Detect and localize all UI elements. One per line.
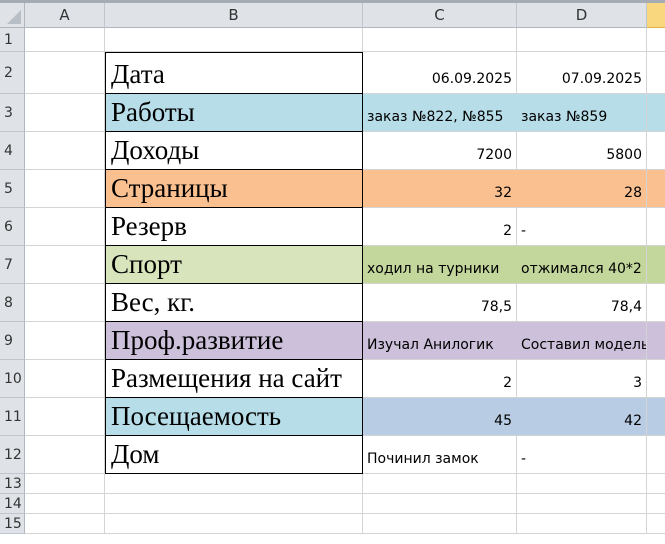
row-header-2[interactable]: 2: [0, 52, 25, 94]
row-header-3[interactable]: 3: [0, 94, 25, 132]
cell-a5[interactable]: [25, 170, 105, 208]
row-label-cell[interactable]: Резерв: [105, 208, 363, 246]
cell-e12[interactable]: [647, 436, 665, 474]
row-label-cell[interactable]: Доходы: [105, 132, 363, 170]
cell-a10[interactable]: [25, 360, 105, 398]
cell-a1[interactable]: [25, 28, 105, 52]
cell-e6[interactable]: [647, 208, 665, 246]
cell-a14[interactable]: [25, 494, 105, 514]
cell-d15[interactable]: [517, 514, 647, 534]
cell-a7[interactable]: [25, 246, 105, 284]
row-label-cell[interactable]: Проф.развитие: [105, 322, 363, 360]
cell-e8[interactable]: [647, 284, 665, 322]
cell-a15[interactable]: [25, 514, 105, 534]
column-header-e[interactable]: [647, 3, 665, 28]
cell-c7[interactable]: ходил на турники: [363, 246, 517, 284]
row-label-cell[interactable]: Посещаемость: [105, 398, 363, 436]
cell-c2[interactable]: 06.09.2025: [363, 52, 517, 94]
row-header-10[interactable]: 10: [0, 360, 25, 398]
row-header-11[interactable]: 11: [0, 398, 25, 436]
cell-c6[interactable]: 2: [363, 208, 517, 246]
row-header-6[interactable]: 6: [0, 208, 25, 246]
cell-c15[interactable]: [363, 514, 517, 534]
column-header-b[interactable]: B: [105, 3, 363, 28]
cell-c11[interactable]: 45: [363, 398, 517, 436]
cell-a12[interactable]: [25, 436, 105, 474]
cell-a2[interactable]: [25, 52, 105, 94]
cell-e15[interactable]: [647, 514, 665, 534]
cell-a3[interactable]: [25, 94, 105, 132]
cell-c14[interactable]: [363, 494, 517, 514]
cell-e1[interactable]: [647, 28, 665, 52]
cell-b14[interactable]: [105, 494, 363, 514]
cell-e5[interactable]: [647, 170, 665, 208]
row-label-cell[interactable]: Страницы: [105, 170, 363, 208]
cell-d7[interactable]: отжимался 40*2: [517, 246, 647, 284]
cell-b1[interactable]: [105, 28, 363, 52]
cell-c10[interactable]: 2: [363, 360, 517, 398]
cell-d14[interactable]: [517, 494, 647, 514]
row-label-cell[interactable]: Дом: [105, 436, 363, 474]
cell-d9[interactable]: Составил модель А: [517, 322, 647, 360]
cell-d10[interactable]: 3: [517, 360, 647, 398]
cell-a13[interactable]: [25, 474, 105, 494]
row-header-1[interactable]: 1: [0, 28, 25, 52]
column-header-a[interactable]: A: [25, 3, 105, 28]
cell-a4[interactable]: [25, 132, 105, 170]
row-header-7[interactable]: 7: [0, 246, 25, 284]
cell-c5[interactable]: 32: [363, 170, 517, 208]
cell-c9[interactable]: Изучал Анилогик: [363, 322, 517, 360]
cell-d5[interactable]: 28: [517, 170, 647, 208]
row-header-8[interactable]: 8: [0, 284, 25, 322]
cell-e14[interactable]: [647, 494, 665, 514]
row-header-5[interactable]: 5: [0, 170, 25, 208]
cell-e3[interactable]: [647, 94, 665, 132]
cell-c1[interactable]: [363, 28, 517, 52]
column-header-c[interactable]: C: [363, 3, 517, 28]
cell-e9[interactable]: [647, 322, 665, 360]
cell-c12[interactable]: Починил замок: [363, 436, 517, 474]
row-label-cell[interactable]: Вес, кг.: [105, 284, 363, 322]
cell-e2[interactable]: [647, 52, 665, 94]
select-all-button[interactable]: [0, 3, 25, 28]
row-label-cell[interactable]: Работы: [105, 94, 363, 132]
cell-e7[interactable]: [647, 246, 665, 284]
cell-c3[interactable]: заказ №822, №855: [363, 94, 517, 132]
cell-e4[interactable]: [647, 132, 665, 170]
cell-e13[interactable]: [647, 474, 665, 494]
cell-d3[interactable]: заказ №859: [517, 94, 647, 132]
cell-a6[interactable]: [25, 208, 105, 246]
cell-b13[interactable]: [105, 474, 363, 494]
cell-e11[interactable]: [647, 398, 665, 436]
cell-b15[interactable]: [105, 514, 363, 534]
cell-e10[interactable]: [647, 360, 665, 398]
cell-c8[interactable]: 78,5: [363, 284, 517, 322]
row-label-cell[interactable]: Размещения на сайт: [105, 360, 363, 398]
row-label-cell[interactable]: Спорт: [105, 246, 363, 284]
cell-c13[interactable]: [363, 474, 517, 494]
row-header-4[interactable]: 4: [0, 132, 25, 170]
cell-d12[interactable]: -: [517, 436, 647, 474]
row-label-cell[interactable]: Дата: [105, 52, 363, 94]
cell-d4[interactable]: 5800: [517, 132, 647, 170]
cell-a11[interactable]: [25, 398, 105, 436]
cell-d13[interactable]: [517, 474, 647, 494]
cell-d1[interactable]: [517, 28, 647, 52]
cell-d6[interactable]: -: [517, 208, 647, 246]
cell-d2[interactable]: 07.09.2025: [517, 52, 647, 94]
cell-c4[interactable]: 7200: [363, 132, 517, 170]
row-header-15[interactable]: 15: [0, 514, 25, 534]
row-header-14[interactable]: 14: [0, 494, 25, 514]
cell-a8[interactable]: [25, 284, 105, 322]
cell-d8[interactable]: 78,4: [517, 284, 647, 322]
cell-d11[interactable]: 42: [517, 398, 647, 436]
row-header-13[interactable]: 13: [0, 474, 25, 494]
row-header-12[interactable]: 12: [0, 436, 25, 474]
row-header-9[interactable]: 9: [0, 322, 25, 360]
column-header-d[interactable]: D: [517, 3, 647, 28]
cell-a9[interactable]: [25, 322, 105, 360]
